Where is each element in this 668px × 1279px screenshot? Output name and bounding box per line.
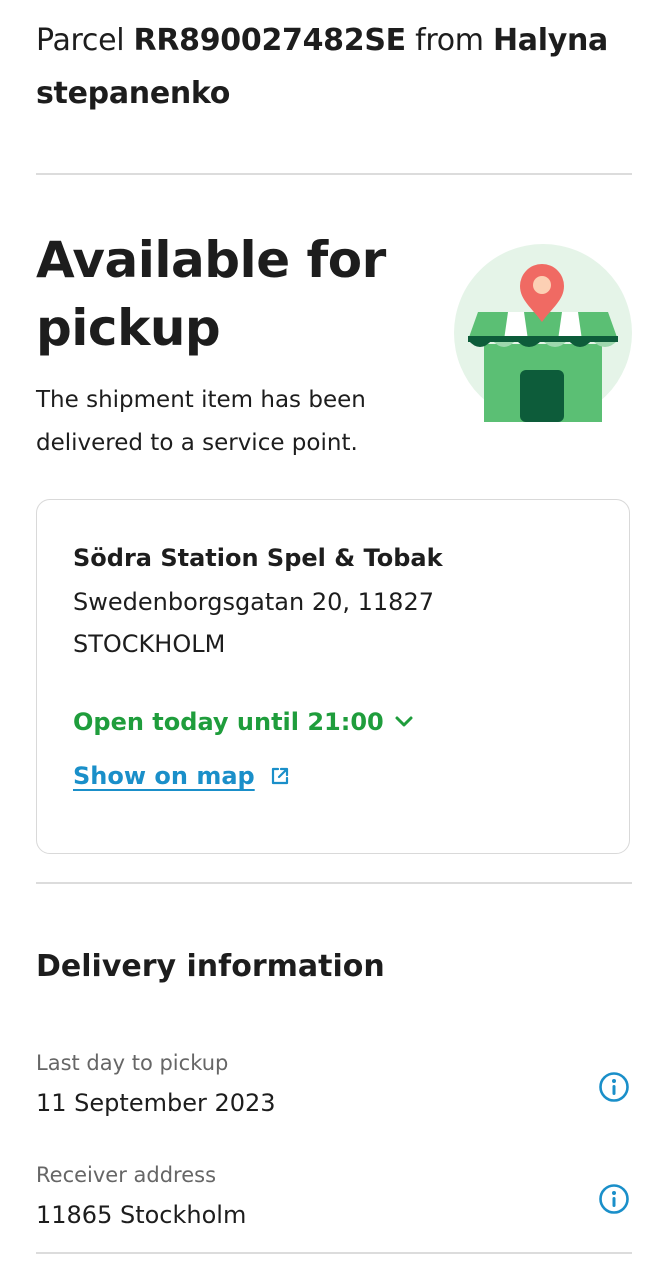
show-on-map-row: Show on map (73, 756, 291, 796)
service-point-name: Södra Station Spel & Tobak (73, 544, 443, 572)
status-subtitle: The shipment item has been delivered to … (36, 387, 366, 456)
receiver-address-value: 11865 Stockholm (36, 1201, 247, 1229)
chevron-down-icon (395, 716, 413, 727)
last-pickup-value: 11 September 2023 (36, 1089, 276, 1117)
show-on-map-link[interactable]: Show on map (73, 756, 255, 796)
sender-last-name: stepanenko (36, 76, 231, 111)
service-point-city: STOCKHOLM (73, 630, 226, 658)
header-from: from (415, 23, 484, 58)
bottom-divider (36, 1252, 632, 1254)
info-icon[interactable] (598, 1183, 630, 1215)
card-divider (36, 882, 632, 884)
opening-hours-toggle[interactable]: Open today until 21:00 (73, 702, 414, 742)
status-title: Available for pickup (36, 231, 386, 357)
service-point-store-icon (454, 244, 632, 422)
header-divider (36, 173, 632, 175)
sender-first-name: Halyna (492, 23, 608, 58)
receiver-address-label: Receiver address (36, 1163, 217, 1187)
tracking-number: RR890027482SE (133, 23, 407, 58)
opening-hours-text: Open today until 21:00 (73, 708, 384, 736)
last-pickup-label: Last day to pickup (36, 1051, 229, 1075)
info-icon[interactable] (598, 1071, 630, 1103)
header-prefix: Parcel (36, 23, 125, 58)
service-point-street: Swedenborgsgatan 20, 11827 (73, 588, 434, 616)
parcel-header: Parcel RR890027482SE from Halyna stepane… (36, 14, 636, 120)
delivery-info-title: Delivery information (36, 949, 385, 984)
service-point-card: Södra Station Spel & Tobak Swedenborgsga… (36, 499, 630, 854)
external-link-icon[interactable] (269, 765, 291, 787)
